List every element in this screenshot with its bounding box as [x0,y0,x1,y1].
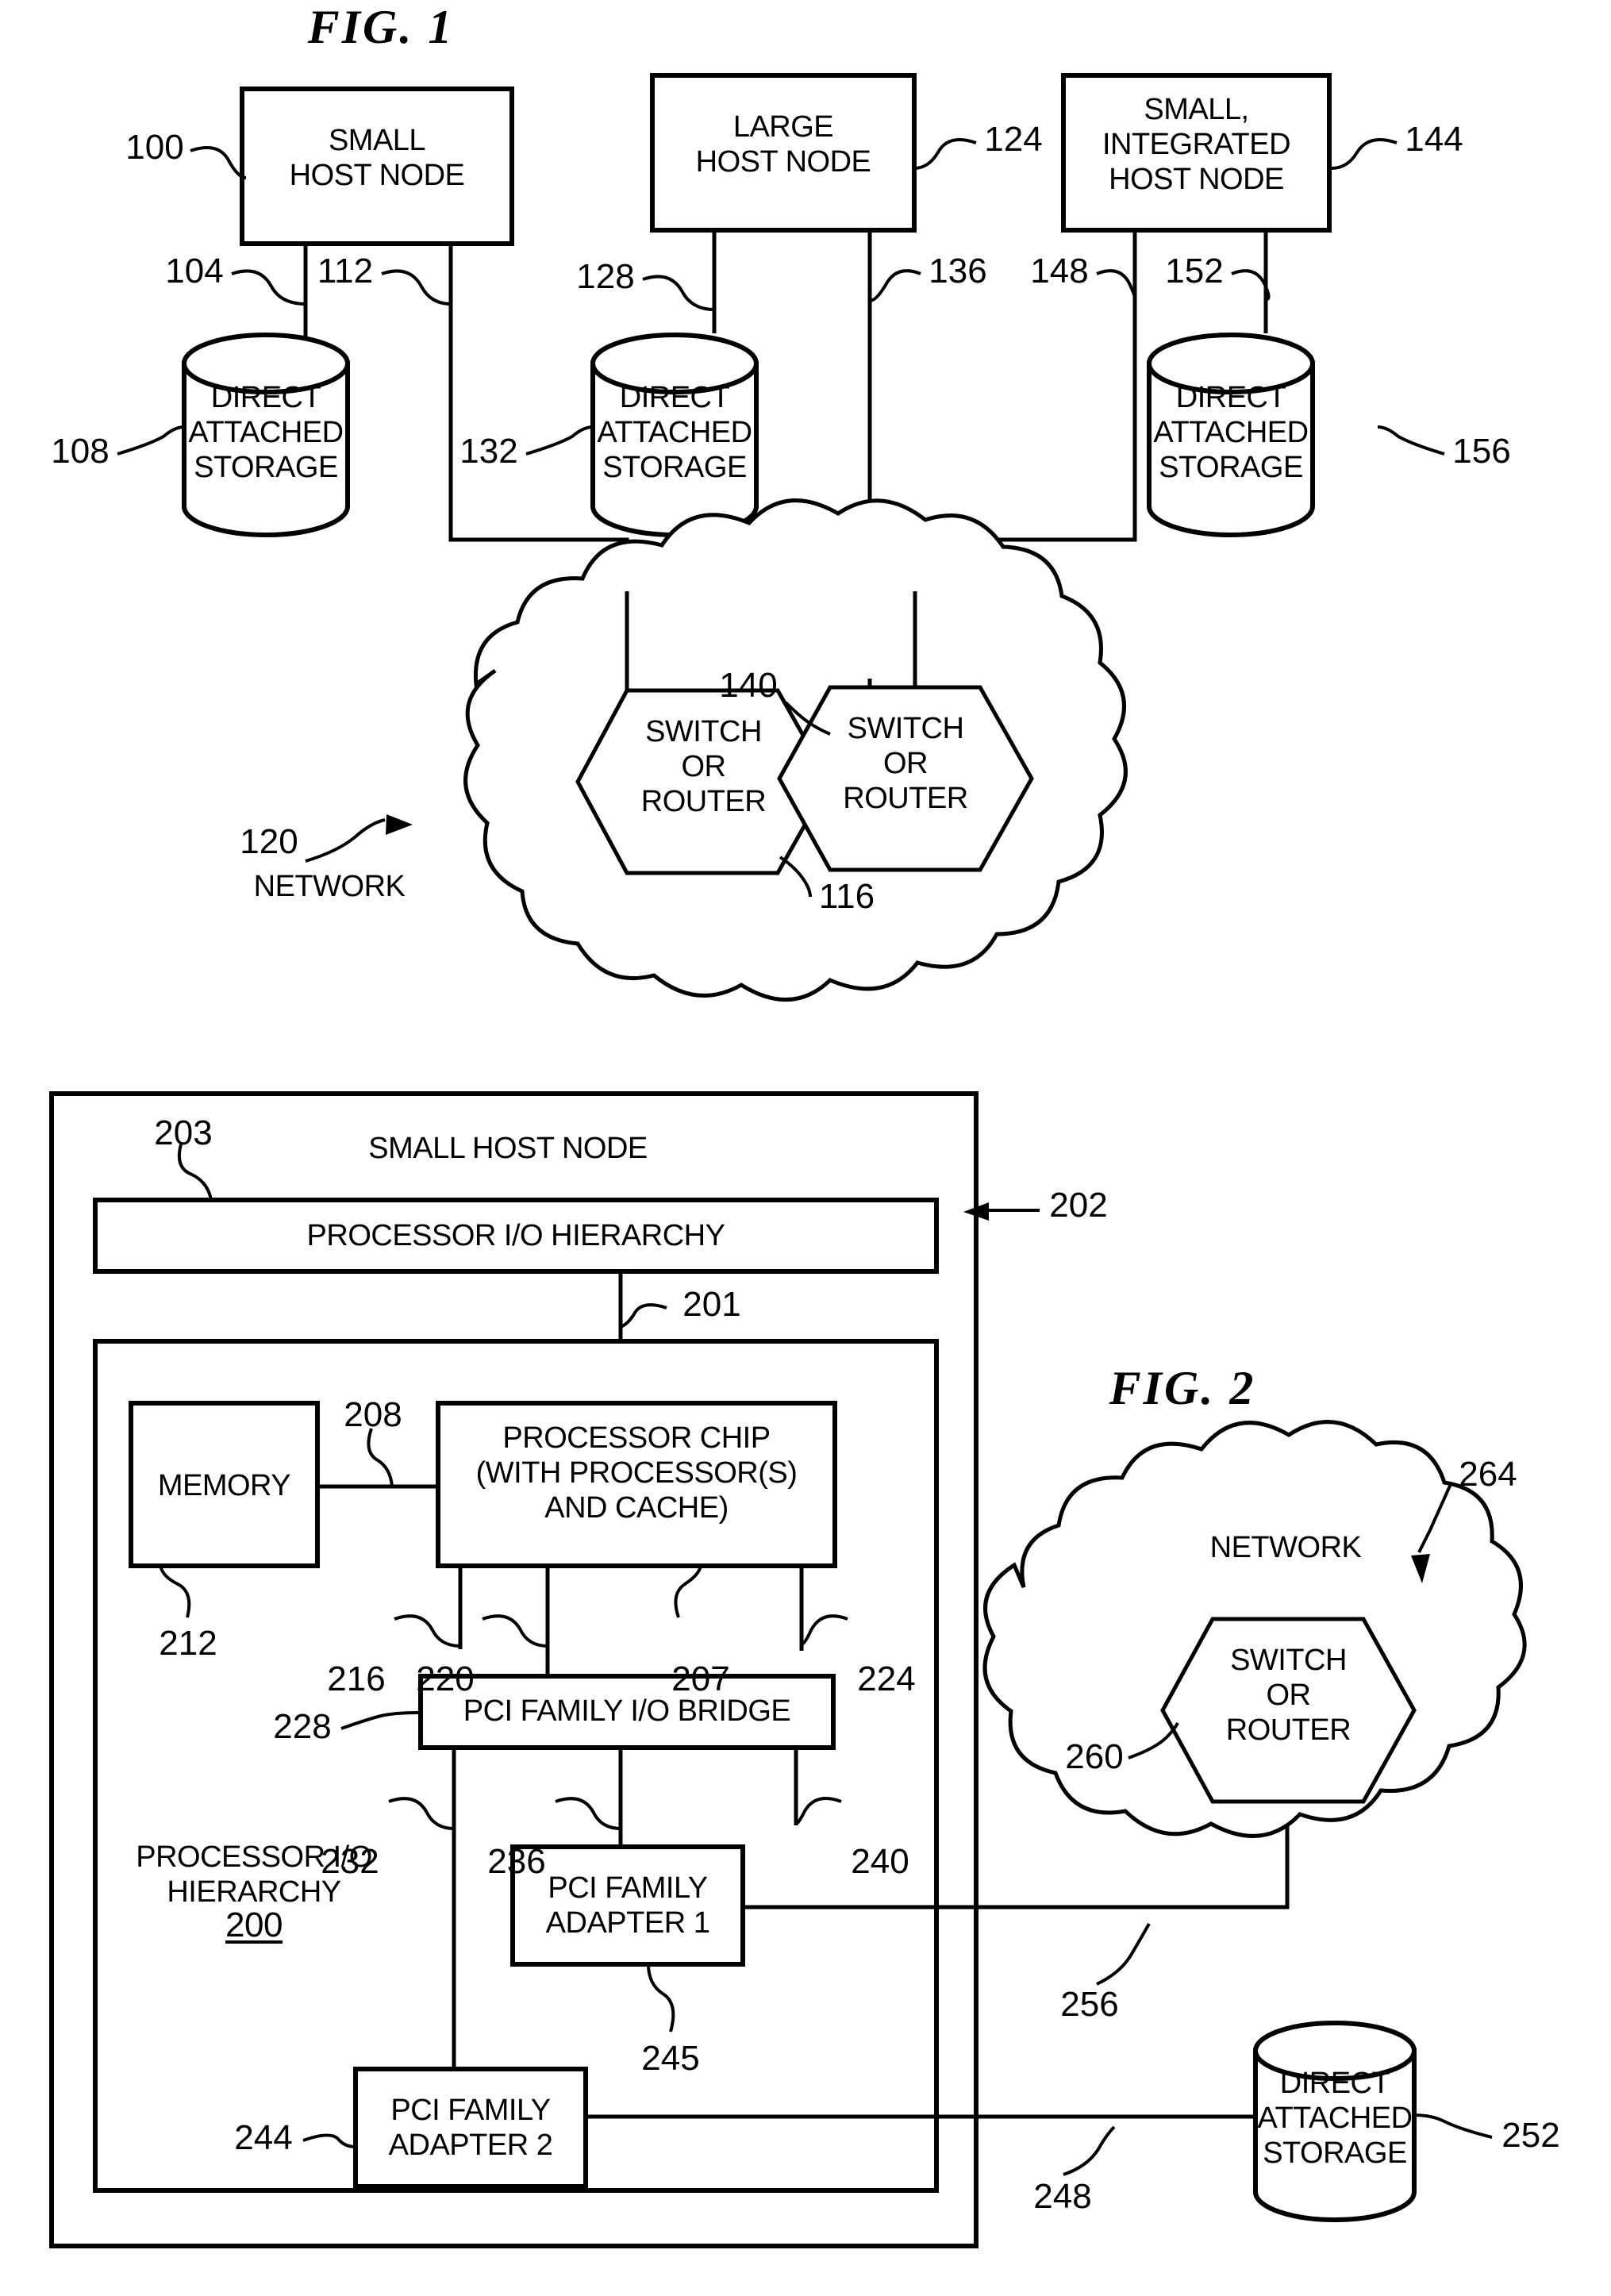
fig2-ref-252: 252 [1501,2116,1560,2155]
fig2-leader-252 [1413,2113,1493,2139]
fig1-ref-136: 136 [929,252,987,290]
fig1-small-integrated-host-node-label: SMALL, INTEGRATED HOST NODE [1102,93,1291,197]
fig1-ref-104: 104 [165,252,224,290]
fig1-leader-156 [1377,425,1445,456]
fig2-ref-232: 232 [321,1842,379,1881]
fig1-ref-128: 128 [576,257,635,296]
fig2-ref-202: 202 [1049,1186,1108,1225]
drawing-vector-layer [49,73,1527,2248]
fig1-das-2-label: DIRECT ATTACHED STORAGE [597,381,752,485]
fig2-ref-236: 236 [487,1842,546,1881]
fig1-ref-112: 112 [317,252,374,290]
fig2-ref-244: 244 [234,2118,293,2157]
fig1-leader-120 [305,818,386,863]
fig2-ref-208: 208 [344,1395,402,1434]
fig1-leader-128 [642,275,715,311]
fig1-leader-148 [1096,269,1137,301]
fig2-das-label: DIRECT ATTACHED STORAGE [1257,2067,1413,2171]
fig2-network-label: NETWORK [1209,1531,1362,1564]
fig1-ref-156: 156 [1452,432,1511,471]
fig2-ref-264: 264 [1459,1455,1517,1494]
fig2-small-host-node-label: SMALL HOST NODE [368,1132,648,1165]
fig1-ref-100: 100 [125,128,184,167]
fig1-leader-108 [117,425,185,456]
fig1-leader-144 [1331,138,1398,170]
fig2-ref-256: 256 [1060,1985,1119,2024]
fig2-leader-248 [1063,2125,1116,2176]
fig1-das-3-label: DIRECT ATTACHED STORAGE [1153,381,1309,485]
fig1-leader-136 [869,269,921,302]
fig1-ref-124: 124 [984,120,1043,159]
fig2-ref-212: 212 [159,1624,217,1663]
fig2-ref-224: 224 [857,1660,916,1698]
fig2-hierarchy-number: 200 [225,1906,283,1944]
fig1-ref-140: 140 [719,666,778,705]
fig2-switch-or-router-label: SWITCH OR ROUTER [1225,1644,1351,1748]
fig1-ref-148: 148 [1030,252,1089,290]
patent-drawing-sheet: FIG. 1 SMALL HOST NODE LARGE HOST NODE S… [0,0,1611,2296]
fig1-ref-120: 120 [240,822,298,861]
fig2-processor-chip-label: PROCESSOR CHIP (WITH PROCESSOR(S) AND CA… [475,1421,798,1525]
fig1-leader-100 [190,146,247,179]
fig1-switch-right-label: SWITCH OR ROUTER [843,712,968,816]
fig1-arrow-120 [386,814,413,835]
fig1-das-1-label: DIRECT ATTACHED STORAGE [188,381,344,485]
fig2-memory-label: MEMORY [157,1469,291,1502]
fig1-leader-124 [913,138,977,170]
fig1-ref-144: 144 [1405,120,1463,159]
fig1-ref-132: 132 [459,432,518,471]
fig2-ref-220: 220 [416,1660,475,1698]
fig1-leader-112 [381,269,452,306]
fig2-processor-io-hierarchy-bar-label: PROCESSOR I/O HIERARCHY [306,1219,725,1252]
fig2-ref-248: 248 [1033,2177,1092,2216]
fig1-ref-108: 108 [51,432,110,471]
fig2-ref-228: 228 [273,1707,332,1746]
fig2-ref-245: 245 [641,2039,700,2078]
fig1-network-label: NETWORK [253,870,406,903]
fig1-leader-152 [1231,269,1271,301]
fig1-large-host-node-label: LARGE HOST NODE [695,110,871,179]
fig1-leader-104 [231,269,306,306]
fig2-ref-216: 216 [327,1660,386,1698]
fig2-ref-201: 201 [682,1285,741,1324]
fig1-ref-116: 116 [818,877,875,916]
fig1-title: FIG. 1 [307,1,455,53]
fig2-ref-260: 260 [1065,1737,1124,1776]
fig2-title: FIG. 2 [1109,1362,1256,1414]
fig2-leader-256 [1096,1923,1151,1986]
fig1-ref-152: 152 [1165,252,1224,290]
fig2-pci-bridge-label: PCI FAMILY I/O BRIDGE [463,1694,791,1728]
fig2-pci-adapter-2-label: PCI FAMILY ADAPTER 2 [388,2094,553,2163]
fig2-ref-203: 203 [154,1113,213,1152]
fig1-small-host-node-label: SMALL HOST NODE [289,124,465,193]
fig2-ref-207: 207 [671,1660,730,1698]
fig1-leader-132 [525,425,594,456]
fig2-ref-240: 240 [851,1842,909,1881]
